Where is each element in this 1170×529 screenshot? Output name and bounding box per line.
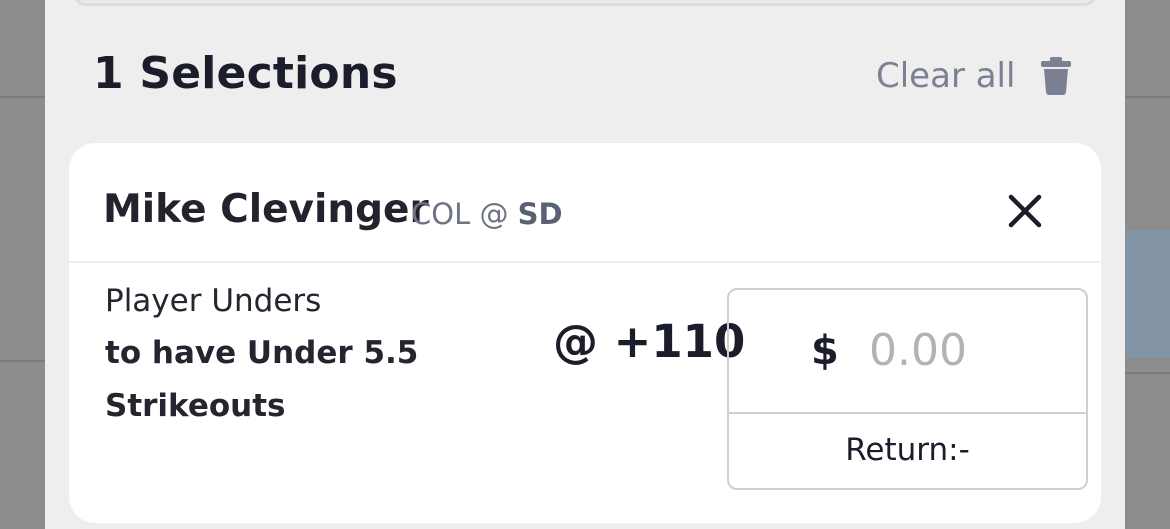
matchup-at-symbol: @ (479, 197, 509, 231)
clear-all-label: Clear all (876, 56, 1016, 96)
close-icon[interactable] (1005, 191, 1045, 231)
selection-card: Mike Clevinger COL @ SD Player Unders to… (69, 143, 1101, 523)
matchup: COL @ SD (411, 197, 563, 231)
backdrop-block (1125, 230, 1170, 358)
trash-icon[interactable] (1041, 57, 1072, 95)
stake-input[interactable] (869, 320, 1059, 380)
return-text: Return:- (845, 432, 970, 468)
stake-box: $ Return:- (727, 288, 1088, 490)
backdrop-divider (0, 360, 45, 362)
bet-slip-sheet: 1 Selections Clear all Mike Clevinger CO… (45, 0, 1125, 529)
currency-symbol: $ (811, 328, 839, 374)
backdrop-divider (1125, 372, 1170, 374)
bet-type: Player Unders (105, 283, 322, 319)
matchup-away-team: COL (411, 197, 471, 231)
previous-card-edge (73, 0, 1097, 6)
bet-description: to have Under 5.5 Strikeouts (105, 335, 419, 424)
selection-header: Mike Clevinger COL @ SD (69, 143, 1101, 263)
backdrop-divider (1125, 96, 1170, 98)
stake-input-row[interactable]: $ (729, 290, 1086, 414)
backdrop-divider (0, 96, 45, 98)
clear-all-button[interactable]: Clear all (876, 56, 1072, 96)
odds: @ +110 (553, 315, 746, 368)
selections-title: 1 Selections (93, 48, 398, 99)
player-name: Mike Clevinger (103, 187, 429, 232)
matchup-home-team: SD (517, 197, 563, 231)
